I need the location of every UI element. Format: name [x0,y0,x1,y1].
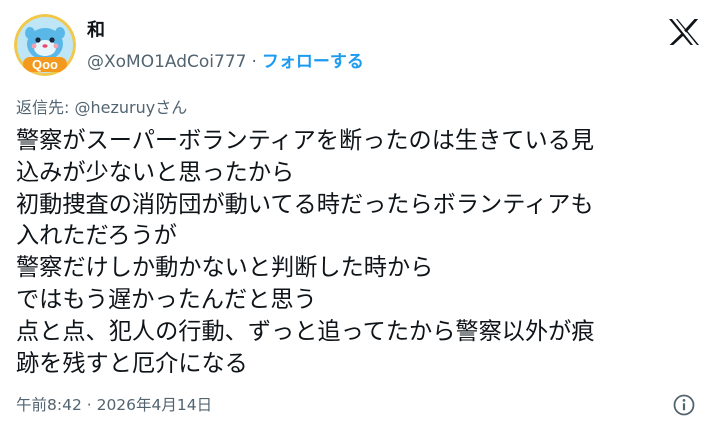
tweet-line: 警察がスーパーボランティアを断ったのは生きている見 [16,127,595,154]
reply-context: 返信先: @hezuruyさん [16,97,187,119]
avatar[interactable]: Qoo [14,14,76,76]
follow-button[interactable]: フォローする [262,52,364,72]
tweet-line: 入れただろうが [16,222,177,250]
author-display-name[interactable]: 和 [87,20,105,42]
tweet-text: 警察がスーパーボランティアを断ったのは生きている見 込みが少ないと思ったから 初… [16,125,706,379]
tweet-timestamp[interactable]: 午前8:42 · 2026年4月14日 [16,395,212,415]
tweet-card: Qoo 和 @XoMO1AdCoi777 · フォローする 返信先: @hezuru… [0,0,720,433]
reply-prefix: 返信先: [16,98,75,117]
x-logo-icon[interactable] [668,18,700,46]
avatar-logo-text: Qoo [32,57,58,72]
reply-suffix: さん [155,98,188,117]
tweet-line: 初動捜査の消防団が動いてる時だったらボランティアも [16,190,594,218]
author-handle-row: @XoMO1AdCoi777 · フォローする [87,51,364,73]
reply-to-handle[interactable]: @hezuruy [74,98,155,117]
tweet-line: 込みが少ないと思ったから [16,158,295,186]
author-handle[interactable]: @XoMO1AdCoi777 [87,52,246,72]
tweet-line: ではもう遅かったんだと思う [16,285,317,313]
separator-dot: · [251,52,257,72]
tweet-line: 点と点、犯人の行動、ずっと追ってたから警察以外が痕 [16,317,595,345]
info-icon[interactable] [672,393,696,417]
tweet-line: 跡を残すと厄介になる [16,349,248,377]
avatar-image: Qoo [14,14,76,76]
tweet-line: 警察だけしか動かないと判断した時から [16,254,434,282]
